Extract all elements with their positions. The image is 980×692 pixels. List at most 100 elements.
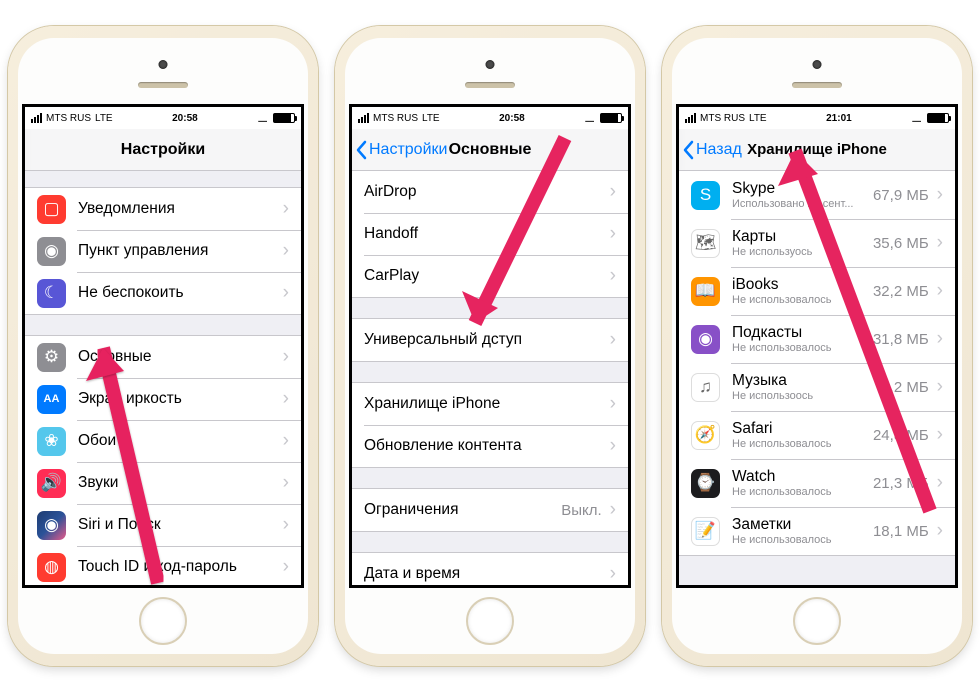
- status-bar: MTS RUS LTE 20:58 ⚊: [352, 107, 628, 129]
- row-wallpaper[interactable]: ❀ Обои ›: [25, 420, 301, 462]
- app-size: 21,3 МБ: [873, 475, 929, 492]
- row-label: Экран иркость: [78, 390, 283, 408]
- app-name: Safari: [732, 420, 873, 438]
- chevron-right-icon: ›: [610, 435, 616, 457]
- app-icon: 🗺: [691, 229, 720, 258]
- row-storage[interactable]: Хранилище iPhone ›: [352, 383, 628, 425]
- app-name: Подкасты: [732, 324, 873, 342]
- row-app[interactable]: 🗺КартыНе используось35,6 МБ›: [679, 219, 955, 267]
- sounds-icon: 🔊: [37, 469, 66, 498]
- row-label: Звуки: [78, 474, 283, 492]
- status-time: 21:01: [767, 113, 912, 124]
- general-icon: ⚙: [37, 343, 66, 372]
- row-label: Основные: [78, 348, 283, 366]
- row-restrictions[interactable]: Ограничения Выкл.›: [352, 489, 628, 531]
- chevron-right-icon: ›: [283, 282, 289, 304]
- app-icon: ⌚: [691, 469, 720, 498]
- chevron-right-icon: ›: [283, 240, 289, 262]
- general-list[interactable]: AirDrop › Handoff › CarPlay › Универсаль…: [352, 171, 628, 585]
- storage-list[interactable]: SSkypeИспользовано 22 сент...67,9 МБ›🗺Ка…: [679, 171, 955, 585]
- app-subtitle: Не использовалось: [732, 534, 873, 546]
- network-label: LTE: [749, 113, 767, 124]
- battery-icon: [600, 113, 622, 123]
- row-app[interactable]: ♫МузыкаНе использоось5,2 МБ›: [679, 363, 955, 411]
- chevron-right-icon: ›: [937, 424, 943, 446]
- bluetooth-icon: ⚊: [911, 111, 922, 125]
- app-name: Музыка: [732, 372, 881, 390]
- dnd-icon: ☾: [37, 279, 66, 308]
- app-icon: 📝: [691, 517, 720, 546]
- nav-bar: Назад Хранилище iPhone: [679, 129, 955, 171]
- row-app[interactable]: 📝ЗаметкиНе использовалось18,1 МБ›: [679, 507, 955, 555]
- row-siri[interactable]: ◉ Siri и Поиск ›: [25, 504, 301, 546]
- row-airdrop[interactable]: AirDrop ›: [352, 171, 628, 213]
- app-subtitle: Использовано 22 сент...: [732, 198, 873, 210]
- network-label: LTE: [422, 113, 440, 124]
- row-display[interactable]: AA Экран иркость ›: [25, 378, 301, 420]
- app-icon: 🧭: [691, 421, 720, 450]
- row-accessibility[interactable]: Универсальный дступ ›: [352, 319, 628, 361]
- wallpaper-icon: ❀: [37, 427, 66, 456]
- chevron-right-icon: ›: [610, 393, 616, 415]
- app-size: 35,6 МБ: [873, 235, 929, 252]
- row-carplay[interactable]: CarPlay ›: [352, 255, 628, 297]
- app-icon: S: [691, 181, 720, 210]
- app-icon: ♫: [691, 373, 720, 402]
- home-button[interactable]: [466, 597, 514, 645]
- row-sounds[interactable]: 🔊 Звуки ›: [25, 462, 301, 504]
- row-app[interactable]: ◉ПодкастыНе использовалось31,8 МБ›: [679, 315, 955, 363]
- app-name: Карты: [732, 228, 873, 246]
- bluetooth-icon: ⚊: [257, 111, 268, 125]
- row-control-center[interactable]: ◉ Пункт управления ›: [25, 230, 301, 272]
- row-general[interactable]: ⚙ Основные ›: [25, 336, 301, 378]
- chevron-right-icon: ›: [937, 376, 943, 398]
- row-label: Touch ID и код-пароль: [78, 558, 283, 576]
- signal-icon: [31, 113, 42, 123]
- row-app[interactable]: 📖iBooksНе использовалось32,2 МБ›: [679, 267, 955, 315]
- phone-mockup-3: MTS RUS LTE 21:01 ⚊ Назад Хранилище iPho…: [662, 26, 972, 666]
- chevron-right-icon: ›: [610, 265, 616, 287]
- status-bar: MTS RUS LTE 21:01 ⚊: [679, 107, 955, 129]
- phone-mockup-1: MTS RUS LTE 20:58 ⚊ Настройки ▢ Уведомле…: [8, 26, 318, 666]
- settings-list[interactable]: ▢ Уведомления › ◉ Пункт управления › ☾ Н…: [25, 171, 301, 585]
- nav-bar: Настройки Основные: [352, 129, 628, 171]
- chevron-right-icon: ›: [937, 280, 943, 302]
- row-app[interactable]: ⌚WatchНе использовалось21,3 МБ›: [679, 459, 955, 507]
- app-subtitle: Не использовалось: [732, 438, 873, 450]
- app-name: iBooks: [732, 276, 873, 294]
- row-app[interactable]: 🧭SafariНе использовалось24,8 МБ›: [679, 411, 955, 459]
- row-label: Уведомления: [78, 200, 283, 218]
- chevron-right-icon: ›: [937, 184, 943, 206]
- row-dnd[interactable]: ☾ Не беспокоить ›: [25, 272, 301, 314]
- screen-settings: MTS RUS LTE 20:58 ⚊ Настройки ▢ Уведомле…: [22, 104, 304, 588]
- row-value: Выкл.: [561, 502, 601, 519]
- row-label: Универсальный дступ: [364, 331, 610, 349]
- row-background-refresh[interactable]: Обновление контента ›: [352, 425, 628, 467]
- app-icon: ◉: [691, 325, 720, 354]
- chevron-right-icon: ›: [283, 198, 289, 220]
- row-app[interactable]: SSkypeИспользовано 22 сент...67,9 МБ›: [679, 171, 955, 219]
- chevron-right-icon: ›: [283, 514, 289, 536]
- nav-bar: Настройки: [25, 129, 301, 171]
- phone-mockup-2: MTS RUS LTE 20:58 ⚊ Настройки Основные: [335, 26, 645, 666]
- app-size: 5,2 МБ: [881, 379, 928, 396]
- bluetooth-icon: ⚊: [584, 111, 595, 125]
- carrier-label: MTS RUS: [373, 113, 418, 124]
- row-handoff[interactable]: Handoff ›: [352, 213, 628, 255]
- app-size: 31,8 МБ: [873, 331, 929, 348]
- chevron-right-icon: ›: [283, 472, 289, 494]
- carrier-label: MTS RUS: [46, 113, 91, 124]
- chevron-right-icon: ›: [937, 328, 943, 350]
- home-button[interactable]: [793, 597, 841, 645]
- app-size: 18,1 МБ: [873, 523, 929, 540]
- home-button[interactable]: [139, 597, 187, 645]
- row-label: Обновление контента: [364, 437, 610, 455]
- status-time: 20:58: [440, 113, 585, 124]
- app-size: 67,9 МБ: [873, 187, 929, 204]
- row-label: Siri и Поиск: [78, 516, 283, 534]
- touchid-icon: ◍: [37, 553, 66, 582]
- chevron-right-icon: ›: [283, 388, 289, 410]
- row-touchid[interactable]: ◍ Touch ID и код-пароль ›: [25, 546, 301, 585]
- row-datetime[interactable]: Дата и время ›: [352, 553, 628, 585]
- row-notifications[interactable]: ▢ Уведомления ›: [25, 188, 301, 230]
